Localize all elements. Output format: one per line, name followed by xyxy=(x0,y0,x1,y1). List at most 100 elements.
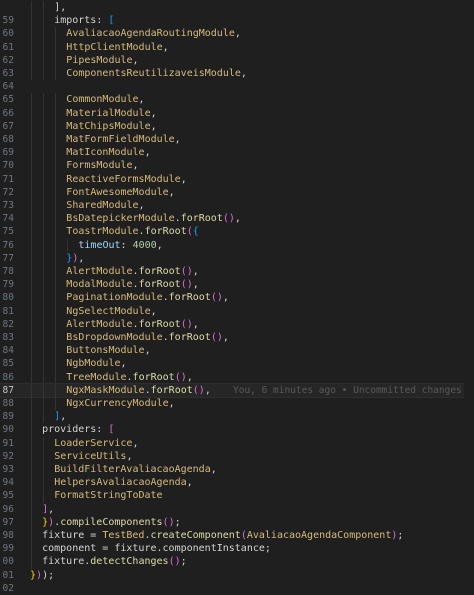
code-line[interactable]: 67 MatChipsModule, xyxy=(0,119,474,133)
line-number: 99 xyxy=(2,543,14,555)
indent-guide xyxy=(31,317,32,331)
indent-guide xyxy=(43,265,45,279)
code-line[interactable]: 69 MatIconModule, xyxy=(0,146,474,160)
git-blame-annotation: You, 6 minutes ago • Uncommitted changes xyxy=(233,384,462,396)
indent-guide xyxy=(43,344,45,358)
code-text: TreeModule.forRoot(), xyxy=(66,371,192,384)
indent-guide xyxy=(43,159,45,173)
code-token: , xyxy=(126,450,133,462)
line-number: 60 xyxy=(2,28,14,40)
line-number: 92 xyxy=(2,450,14,462)
code-line[interactable]: 96], xyxy=(0,502,474,516)
code-text: ModalModule.forRoot(), xyxy=(66,278,199,291)
line-number: 71 xyxy=(2,173,14,185)
line-number: 76 xyxy=(2,239,14,251)
code-line[interactable]: 90 providers: [ xyxy=(0,423,474,437)
line-number: 02 xyxy=(2,582,14,594)
code-line[interactable]: 01})); xyxy=(0,569,474,582)
code-line[interactable]: 77}), xyxy=(0,251,474,265)
indent-guide xyxy=(43,225,45,239)
code-line[interactable]: 00 fixture.detectChanges(); xyxy=(0,555,474,569)
code-line[interactable]: 81 NgSelectModule, xyxy=(0,304,474,318)
code-line[interactable]: 88 NgxCurrencyModule, xyxy=(0,397,474,411)
indent-guide xyxy=(31,515,32,529)
code-line[interactable]: 60 AvaliacaoAgendaRoutingModule, xyxy=(0,27,474,41)
code-line[interactable]: 78 AlertModule.forRoot(), xyxy=(0,265,474,279)
code-token: , xyxy=(144,147,151,159)
code-line[interactable]: 94 HelpersAvaliacaoAgenda, xyxy=(0,476,474,490)
code-line[interactable]: 65 CommonModule, xyxy=(0,93,474,107)
indent-guide xyxy=(43,278,45,292)
indent-guide xyxy=(43,238,45,252)
code-text: timeOut: 4000, xyxy=(78,239,162,252)
code-token: () xyxy=(210,292,223,304)
code-line[interactable]: 95 FormatStringToDate xyxy=(0,489,474,503)
code-token: ToastrModule xyxy=(66,226,139,238)
code-line[interactable]: 92 ServiceUtils, xyxy=(0,449,474,463)
code-line[interactable]: 63 ComponentsReutilizaveisModule, xyxy=(0,67,474,81)
code-text: }), xyxy=(66,252,84,265)
code-token: , xyxy=(150,120,157,132)
code-token: , xyxy=(138,94,145,106)
code-text: FormsModule, xyxy=(66,159,138,172)
code-line[interactable]: ], xyxy=(0,1,474,15)
code-token: , xyxy=(132,160,139,172)
code-line[interactable]: 89], xyxy=(0,410,474,424)
code-token: , xyxy=(192,279,199,291)
code-editor[interactable]: ], 59 imports: [60 AvaliacaoAgendaRoutingMo… xyxy=(0,0,474,594)
indent-guide xyxy=(43,106,45,120)
code-line[interactable]: 71 ReactiveFormsModule, xyxy=(0,172,474,186)
line-number: 90 xyxy=(2,424,14,436)
code-line[interactable]: 80 PaginationModule.forRoot(), xyxy=(0,291,474,305)
code-token: , xyxy=(168,398,175,409)
code-text: NgxMaskModule.forRoot(), xyxy=(66,384,211,397)
code-line[interactable]: 70 FormsModule, xyxy=(0,159,474,173)
code-line[interactable]: 99 component = fixture.componentInstance; xyxy=(0,542,474,556)
code-line[interactable]: 68 MatFormFieldModule, xyxy=(0,133,474,147)
code-token: ReactiveFormsModule xyxy=(66,173,181,185)
code-line[interactable]: 72 FontAwesomeModule, xyxy=(0,185,474,199)
line-number: 86 xyxy=(2,371,14,383)
code-line[interactable]: 84 ButtonsModule, xyxy=(0,344,474,358)
code-line[interactable]: 75 ToastrModule.forRoot({ xyxy=(0,225,474,239)
code-token: fixture xyxy=(114,543,157,555)
code-text: imports: [ xyxy=(54,14,114,27)
code-line[interactable]: 85 NgbModule, xyxy=(0,357,474,371)
code-line[interactable]: 83 BsDropdownModule.forRoot(), xyxy=(0,331,474,345)
code-token: () xyxy=(192,384,205,396)
code-line[interactable]: 93 BuildFilterAvaliacaoAgenda, xyxy=(0,463,474,477)
code-token: , xyxy=(192,318,199,330)
indent-guide xyxy=(43,410,45,424)
code-line[interactable]: 74 BsDatepickerModule.forRoot(), xyxy=(0,212,474,226)
code-line[interactable]: 59 imports: [ xyxy=(0,14,474,28)
code-text: NgxCurrencyModule, xyxy=(66,397,174,410)
code-line[interactable]: 02 xyxy=(0,582,474,595)
code-line[interactable]: 91 LoaderService, xyxy=(0,436,474,450)
code-token: AvaliacaoAgendaComponent xyxy=(246,530,392,541)
code-token: forRoot xyxy=(138,279,181,291)
indent-guide xyxy=(43,449,45,463)
editor-scrollbar[interactable] xyxy=(464,0,474,594)
code-line[interactable]: 73 SharedModule, xyxy=(0,199,474,213)
code-text: fixture = TestBed.createComponent(Avalia… xyxy=(42,529,403,542)
code-line[interactable]: 82 AlertModule.forRoot(), xyxy=(0,317,474,331)
code-line[interactable]: 64 xyxy=(0,80,474,93)
indent-guide xyxy=(31,370,32,384)
code-line[interactable]: 97}).compileComponents(); xyxy=(0,515,474,529)
code-line[interactable]: 62 PipesModule, xyxy=(0,53,474,67)
code-line[interactable]: 98 fixture = TestBed.createComponent(Aval… xyxy=(0,529,474,543)
code-line[interactable]: 87 NgxMaskModule.forRoot(), You, 6 minutes… xyxy=(0,382,474,398)
code-line[interactable]: 66 MaterialModule, xyxy=(0,106,474,120)
code-line[interactable]: 79 ModalModule.forRoot(), xyxy=(0,278,474,292)
code-line[interactable]: 61 HttpClientModule, xyxy=(0,40,474,54)
code-text: HttpClientModule, xyxy=(66,41,168,54)
code-line[interactable]: 76 timeOut: 4000, xyxy=(0,238,474,252)
code-text: }).compileComponents(); xyxy=(42,516,181,529)
code-token: ; xyxy=(264,543,271,555)
code-token: createComponent xyxy=(150,530,241,541)
code-line[interactable]: 86 TreeModule.forRoot(), xyxy=(0,370,474,384)
line-number: 77 xyxy=(2,252,14,264)
code-token: () xyxy=(162,516,175,528)
code-text: fixture.detectChanges(); xyxy=(42,555,187,568)
code-token: NgbModule xyxy=(66,358,121,370)
